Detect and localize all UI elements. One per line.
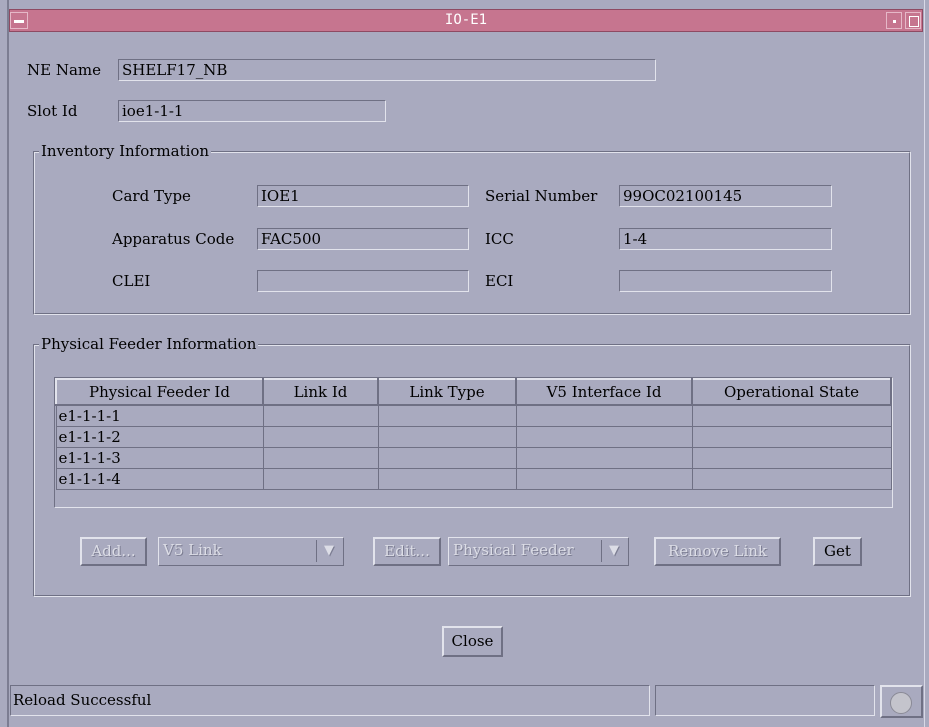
icc-label: ICC <box>485 230 514 248</box>
table-row[interactable]: e1-1-1-1 <box>55 404 892 427</box>
eci-field[interactable] <box>619 270 832 292</box>
clei-field[interactable] <box>257 270 469 292</box>
slot-id-field[interactable]: ioe1-1-1 <box>118 100 386 122</box>
table-row[interactable]: e1-1-1-2 <box>55 426 892 448</box>
cell-operational-state <box>691 447 892 469</box>
close-button[interactable]: Close <box>442 626 503 657</box>
table-header-row: Physical Feeder Id Link Id Link Type V5 … <box>55 378 892 406</box>
cell-v5-interface-id <box>515 468 693 490</box>
minimize-icon <box>893 20 896 23</box>
edit-button[interactable]: Edit... <box>373 537 441 566</box>
link-type-select-value: V5 Link <box>163 541 222 559</box>
cell-v5-interface-id <box>515 426 693 448</box>
get-button[interactable]: Get <box>813 537 862 566</box>
window-frame-right <box>924 0 929 727</box>
feeder-group-title: Physical Feeder Information <box>39 334 259 354</box>
window-title: IO-E1 <box>444 12 488 28</box>
slot-id-label: Slot Id <box>27 102 78 120</box>
cell-link-id <box>262 468 379 490</box>
minimize-button[interactable] <box>886 12 902 29</box>
cell-operational-state <box>691 426 892 448</box>
cell-operational-state <box>691 404 892 427</box>
card-type-field[interactable]: IOE1 <box>257 185 469 207</box>
serial-number-label: Serial Number <box>485 187 598 205</box>
cell-link-id <box>262 404 379 427</box>
edit-target-select-value: Physical Feeder <box>453 541 574 559</box>
column-header-v5-interface-id[interactable]: V5 Interface Id <box>515 378 693 406</box>
cell-physical-feeder-id: e1-1-1-2 <box>55 426 264 448</box>
window-menu-button[interactable] <box>10 12 28 29</box>
feeder-table[interactable]: Physical Feeder Id Link Id Link Type V5 … <box>54 377 893 508</box>
cell-physical-feeder-id: e1-1-1-1 <box>55 404 264 427</box>
cell-physical-feeder-id: e1-1-1-3 <box>55 447 264 469</box>
status-icon-box <box>880 685 923 718</box>
cell-link-id <box>262 426 379 448</box>
cell-physical-feeder-id: e1-1-1-4 <box>55 468 264 490</box>
maximize-button[interactable] <box>905 12 921 29</box>
window-frame-left <box>0 0 9 727</box>
cell-link-type <box>377 404 517 427</box>
cell-link-id <box>262 447 379 469</box>
cell-link-type <box>377 447 517 469</box>
maximize-icon <box>909 16 919 27</box>
cell-v5-interface-id <box>515 447 693 469</box>
dropdown-arrow-icon: ▼ <box>601 540 626 562</box>
column-header-link-id[interactable]: Link Id <box>262 378 379 406</box>
table-row[interactable]: e1-1-1-3 <box>55 447 892 469</box>
table-row[interactable]: e1-1-1-4 <box>55 468 892 490</box>
add-button[interactable]: Add... <box>80 537 147 566</box>
cell-operational-state <box>691 468 892 490</box>
dropdown-arrow-icon: ▼ <box>316 540 341 562</box>
card-type-label: Card Type <box>112 187 191 205</box>
remove-link-button[interactable]: Remove Link <box>654 537 781 566</box>
stop-hand-icon <box>890 692 912 714</box>
eci-label: ECI <box>485 272 514 290</box>
link-type-select[interactable]: V5 Link ▼ <box>158 537 344 566</box>
status-message: Reload Successful <box>10 685 650 716</box>
column-header-operational-state[interactable]: Operational State <box>691 378 892 406</box>
column-header-physical-feeder-id[interactable]: Physical Feeder Id <box>55 378 264 406</box>
apparatus-code-label: Apparatus Code <box>112 230 235 248</box>
status-secondary <box>655 685 875 716</box>
cell-link-type <box>377 468 517 490</box>
column-header-link-type[interactable]: Link Type <box>377 378 517 406</box>
cell-link-type <box>377 426 517 448</box>
apparatus-code-field[interactable]: FAC500 <box>257 228 469 250</box>
serial-number-field[interactable]: 99OC02100145 <box>619 185 832 207</box>
minus-icon <box>14 20 24 23</box>
clei-label: CLEI <box>112 272 151 290</box>
icc-field[interactable]: 1-4 <box>619 228 832 250</box>
ne-name-label: NE Name <box>27 61 102 79</box>
inventory-group-title: Inventory Information <box>39 141 212 161</box>
cell-v5-interface-id <box>515 404 693 427</box>
edit-target-select[interactable]: Physical Feeder ▼ <box>448 537 629 566</box>
ne-name-field[interactable]: SHELF17_NB <box>118 59 656 81</box>
